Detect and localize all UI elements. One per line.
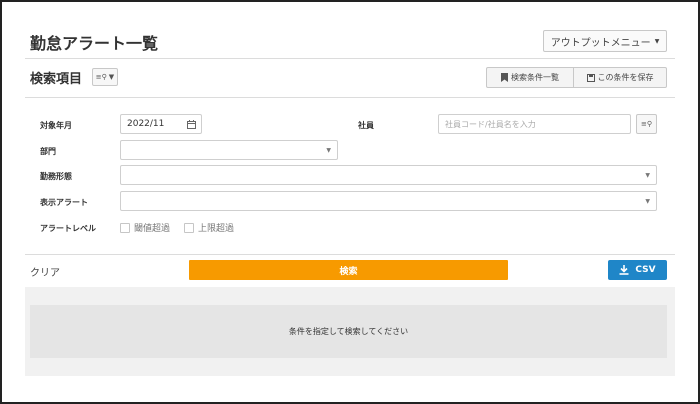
limit-exceeded-checkbox[interactable]: 上限超過 [184, 221, 234, 234]
list-search-icon: ≡⚲ [95, 73, 107, 81]
results-empty-panel: 条件を指定して検索してください [30, 305, 667, 358]
chevron-down-icon: ▼ [108, 73, 115, 81]
search-section-title: 検索項目 [30, 72, 83, 87]
chevron-down-icon: ▼ [326, 147, 331, 154]
csv-download-button[interactable]: CSV [608, 260, 667, 280]
calendar-icon[interactable] [187, 120, 196, 129]
limit-exceeded-label: 上限超過 [198, 224, 235, 234]
alert-display-label: 表示アラート [40, 198, 88, 207]
search-options-button[interactable]: ≡⚲ ▼ [92, 68, 118, 86]
employee-search-button[interactable]: ≡⚲ [636, 114, 657, 134]
checkbox-box[interactable] [184, 222, 194, 233]
divider [25, 97, 675, 98]
employee-input[interactable]: 社員コード/社員名を入力 [438, 114, 631, 134]
save-condition-button[interactable]: この条件を保存 [574, 68, 666, 87]
department-label: 部門 [40, 147, 56, 156]
target-month-input[interactable]: 2022/11 [120, 114, 202, 134]
work-type-label: 勤務形態 [40, 172, 72, 181]
threshold-exceeded-label: 閾値超過 [134, 224, 171, 234]
output-menu-button[interactable]: アウトプットメニュー ▼ [543, 30, 667, 52]
csv-label: CSV [635, 265, 656, 275]
list-search-icon: ≡⚲ [641, 120, 652, 128]
employee-placeholder: 社員コード/社員名を入力 [445, 119, 536, 129]
clear-button[interactable]: クリア [30, 264, 60, 279]
employee-label: 社員 [358, 121, 374, 130]
saved-conditions-label: 検索条件一覧 [511, 73, 559, 82]
alert-level-label: アラートレベル [40, 224, 96, 233]
divider [25, 58, 675, 59]
threshold-exceeded-checkbox[interactable]: 閾値超過 [120, 221, 170, 234]
alert-display-select[interactable]: ▼ [120, 191, 657, 211]
target-month-label: 対象年月 [40, 121, 72, 130]
condition-button-group: 検索条件一覧 この条件を保存 [486, 67, 667, 88]
saved-conditions-button[interactable]: 検索条件一覧 [487, 68, 574, 87]
chevron-down-icon: ▼ [645, 172, 650, 179]
save-condition-label: この条件を保存 [597, 73, 654, 82]
department-select[interactable]: ▼ [120, 140, 338, 160]
chevron-down-icon: ▼ [645, 198, 650, 205]
checkbox-box[interactable] [120, 222, 130, 233]
download-icon [619, 265, 629, 275]
search-button[interactable]: 検索 [189, 260, 508, 280]
bookmark-icon [501, 73, 508, 82]
divider [25, 254, 675, 255]
work-type-select[interactable]: ▼ [120, 165, 657, 185]
chevron-down-icon: ▼ [654, 37, 660, 45]
save-icon [586, 73, 595, 82]
page-title: 勤怠アラート一覧 [30, 34, 159, 53]
target-month-value: 2022/11 [127, 119, 165, 129]
output-menu-label: アウトプットメニュー [550, 37, 651, 49]
empty-message: 条件を指定して検索してください [288, 327, 409, 336]
